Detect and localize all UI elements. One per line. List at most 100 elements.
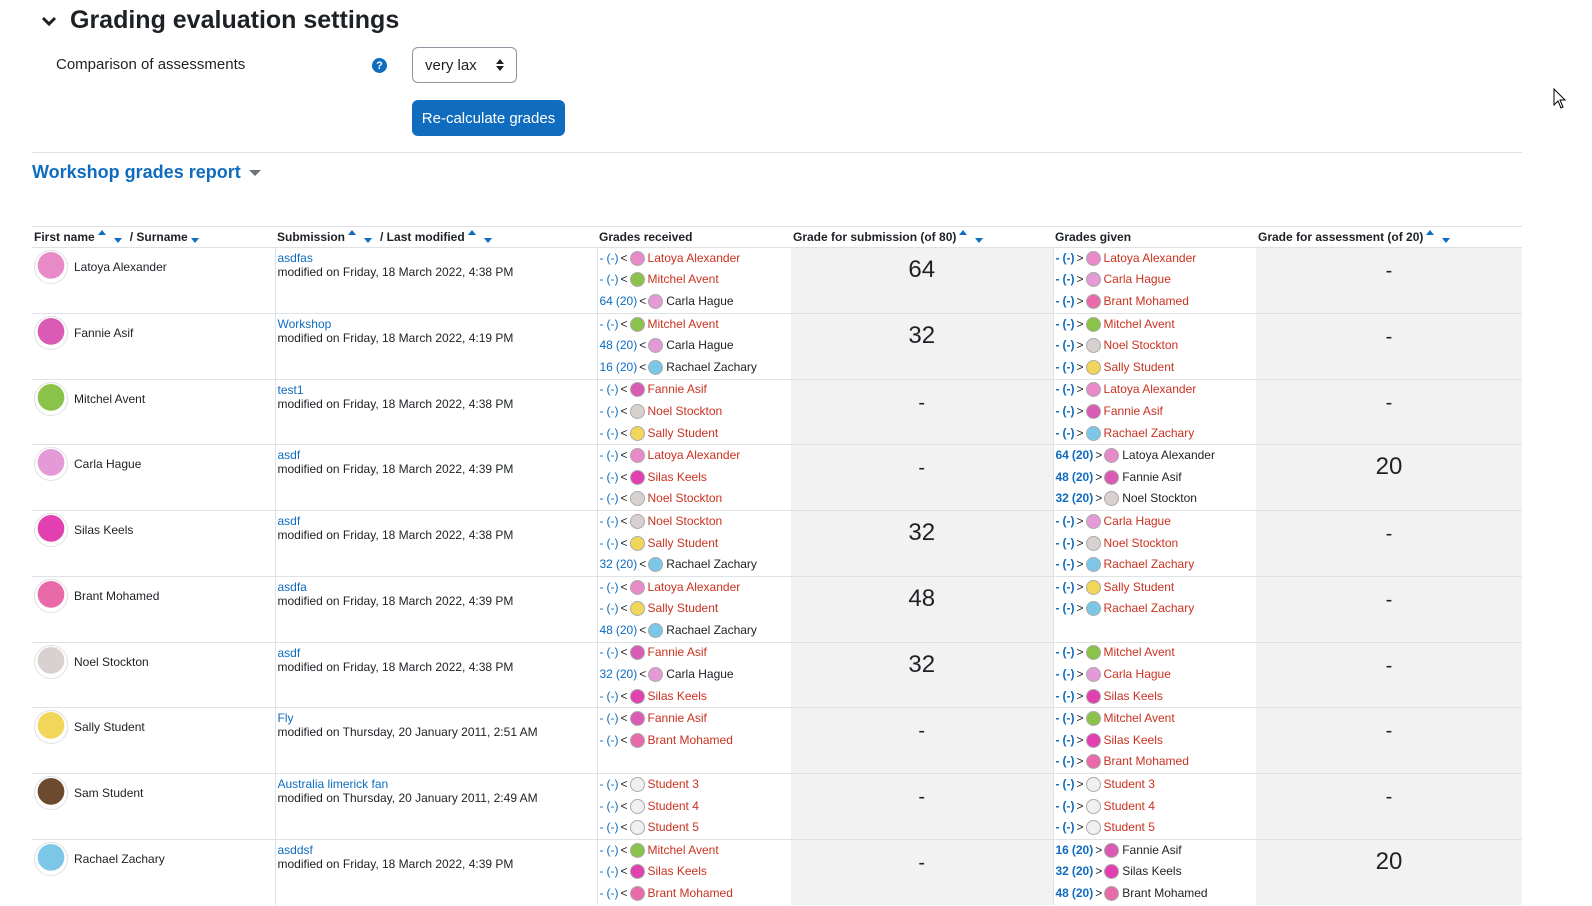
reviewer-link[interactable]: Carla Hague bbox=[666, 335, 733, 356]
grade-weight: (-) bbox=[606, 711, 619, 726]
submission-link[interactable]: asdf bbox=[278, 514, 595, 528]
received-item: - (-) < Noel Stockton bbox=[597, 488, 791, 511]
reviewer-link[interactable]: Noel Stockton bbox=[1122, 488, 1197, 509]
reviewer-link[interactable]: Noel Stockton bbox=[648, 488, 723, 509]
sort-asc-icon[interactable] bbox=[959, 230, 968, 235]
reviewer-link[interactable]: Fannie Asif bbox=[1104, 401, 1163, 422]
reviewer-link[interactable]: Latoya Alexander bbox=[1122, 445, 1215, 466]
reviewer-link[interactable]: Latoya Alexander bbox=[1104, 379, 1197, 400]
reviewer-link[interactable]: Silas Keels bbox=[1122, 861, 1181, 882]
reviewer-link[interactable]: Carla Hague bbox=[666, 664, 733, 685]
participant: Brant Mohamed bbox=[32, 577, 275, 615]
reviewer-link[interactable]: Silas Keels bbox=[648, 467, 707, 488]
reviewer-link[interactable]: Silas Keels bbox=[1104, 686, 1163, 707]
reviewer-link[interactable]: Noel Stockton bbox=[648, 511, 723, 532]
reviewer-link[interactable]: Mitchel Avent bbox=[1104, 708, 1175, 729]
reviewer-link[interactable]: Student 3 bbox=[1104, 774, 1155, 795]
submission-link[interactable]: asdfas bbox=[278, 251, 595, 265]
sort-desc-icon[interactable] bbox=[364, 238, 373, 243]
reviewer-link[interactable]: Carla Hague bbox=[666, 291, 733, 312]
reviewer-link[interactable]: Noel Stockton bbox=[648, 401, 723, 422]
reviewer-link[interactable]: Sally Student bbox=[1104, 357, 1175, 378]
sort-desc-icon[interactable] bbox=[483, 238, 492, 243]
reviewer-link[interactable]: Latoya Alexander bbox=[648, 248, 741, 269]
reviewer-link[interactable]: Carla Hague bbox=[1104, 269, 1171, 290]
sort-asc-icon[interactable] bbox=[1426, 230, 1435, 235]
surname-sort[interactable]: / Surname bbox=[130, 230, 188, 244]
reviewer-link[interactable]: Carla Hague bbox=[1104, 511, 1171, 532]
reviewer-link[interactable]: Brant Mohamed bbox=[648, 730, 733, 751]
reviewer-link[interactable]: Fannie Asif bbox=[648, 642, 707, 663]
submission-link[interactable]: asdf bbox=[278, 646, 595, 660]
sort-asc-icon[interactable] bbox=[97, 230, 106, 235]
reviewer-link[interactable]: Rachael Zachary bbox=[666, 357, 757, 378]
reviewer-link[interactable]: Sally Student bbox=[648, 423, 719, 444]
reviewer-link[interactable]: Latoya Alexander bbox=[648, 577, 741, 598]
reviewer-link[interactable]: Noel Stockton bbox=[1104, 533, 1179, 554]
sort-desc-icon[interactable] bbox=[113, 238, 122, 243]
reviewer-link[interactable]: Student 5 bbox=[1104, 817, 1155, 838]
grade-assessment-sort[interactable]: Grade for assessment (of 20) bbox=[1258, 230, 1423, 244]
reviewer-link[interactable]: Fannie Asif bbox=[648, 379, 707, 400]
submission-link[interactable]: test1 bbox=[278, 383, 595, 397]
reviewer-link[interactable]: Carla Hague bbox=[1104, 664, 1171, 685]
reviewer-link[interactable]: Student 5 bbox=[648, 817, 699, 838]
reviewer-link[interactable]: Mitchel Avent bbox=[1104, 314, 1175, 335]
reviewer-link[interactable]: Silas Keels bbox=[648, 686, 707, 707]
reviewer-link[interactable]: Brant Mohamed bbox=[1122, 883, 1207, 904]
reviewer-link[interactable]: Brant Mohamed bbox=[1104, 291, 1189, 312]
reviewer-link[interactable]: Student 3 bbox=[648, 774, 699, 795]
received-item: - (-) < Student 5 bbox=[597, 817, 791, 840]
table-row: Silas Keels asdf modified on Friday, 18 Ma… bbox=[32, 510, 1522, 577]
reviewer-link[interactable]: Brant Mohamed bbox=[648, 883, 733, 904]
submission-link[interactable]: Workshop bbox=[278, 317, 595, 331]
first-name-sort[interactable]: First name bbox=[34, 230, 95, 244]
reviewer-link[interactable]: Sally Student bbox=[648, 533, 719, 554]
sort-desc-icon[interactable] bbox=[1442, 238, 1451, 243]
reviewer-link[interactable]: Noel Stockton bbox=[1104, 335, 1179, 356]
reviewer-link[interactable]: Silas Keels bbox=[1104, 730, 1163, 751]
participant-cell: Rachael Zachary bbox=[32, 839, 275, 905]
sort-desc-icon[interactable] bbox=[975, 238, 984, 243]
help-icon[interactable]: ? bbox=[372, 58, 387, 73]
reviewer-link[interactable]: Latoya Alexander bbox=[648, 445, 741, 466]
reviewer-link[interactable]: Mitchel Avent bbox=[648, 314, 719, 335]
reviewer-link[interactable]: Fannie Asif bbox=[648, 708, 707, 729]
submission-link[interactable]: Fly bbox=[278, 711, 595, 725]
reviewer-link[interactable]: Rachael Zachary bbox=[666, 620, 757, 641]
reviewer-link[interactable]: Sally Student bbox=[1104, 577, 1175, 598]
reviewer-link[interactable]: Mitchel Avent bbox=[1104, 642, 1175, 663]
submission-link[interactable]: Australia limerick fan bbox=[278, 777, 595, 791]
reviewer-link[interactable]: Mitchel Avent bbox=[648, 840, 719, 861]
submission-sort[interactable]: Submission bbox=[277, 230, 345, 244]
reviewer-link[interactable]: Fannie Asif bbox=[1122, 467, 1181, 488]
submission-link[interactable]: asddsf bbox=[278, 843, 595, 857]
sort-asc-icon[interactable] bbox=[348, 230, 357, 235]
sort-desc-icon[interactable] bbox=[190, 238, 199, 243]
reviewer-link[interactable]: Student 4 bbox=[648, 796, 699, 817]
submission-link[interactable]: asdfa bbox=[278, 580, 595, 594]
report-header[interactable]: Workshop grades report bbox=[32, 162, 261, 183]
reviewer-link[interactable]: Silas Keels bbox=[648, 861, 707, 882]
received-item: - (-) < Silas Keels bbox=[597, 467, 791, 489]
grades-given-cell: - (-) > Latoya Alexander - (-) > Fannie Asif - (-… bbox=[1052, 378, 1256, 445]
reviewer-link[interactable]: Rachael Zachary bbox=[1104, 423, 1195, 444]
chevron-down-icon[interactable] bbox=[38, 10, 60, 32]
last-modified-sort[interactable]: / Last modified bbox=[380, 230, 465, 244]
submission-link[interactable]: asdf bbox=[278, 448, 595, 462]
comparison-select[interactable]: very lax bbox=[412, 47, 517, 83]
reviewer-link[interactable]: Latoya Alexander bbox=[1104, 248, 1197, 269]
reviewer-link[interactable]: Mitchel Avent bbox=[648, 269, 719, 290]
recalculate-grades-button[interactable]: Re-calculate grades bbox=[412, 100, 565, 136]
grade-submission-sort[interactable]: Grade for submission (of 80) bbox=[793, 230, 956, 244]
reviewer-link[interactable]: Rachael Zachary bbox=[1104, 598, 1195, 619]
reviewer-link[interactable]: Student 4 bbox=[1104, 796, 1155, 817]
reviewer-link[interactable]: Fannie Asif bbox=[1122, 840, 1181, 861]
reviewer-link[interactable]: Rachael Zachary bbox=[666, 554, 757, 575]
reviewer-link[interactable]: Brant Mohamed bbox=[1104, 751, 1189, 772]
reviewer-link[interactable]: Sally Student bbox=[648, 598, 719, 619]
sort-asc-icon[interactable] bbox=[467, 230, 476, 235]
participant-name: Latoya Alexander bbox=[74, 260, 167, 274]
direction-symbol: < bbox=[639, 293, 647, 308]
reviewer-link[interactable]: Rachael Zachary bbox=[1104, 554, 1195, 575]
